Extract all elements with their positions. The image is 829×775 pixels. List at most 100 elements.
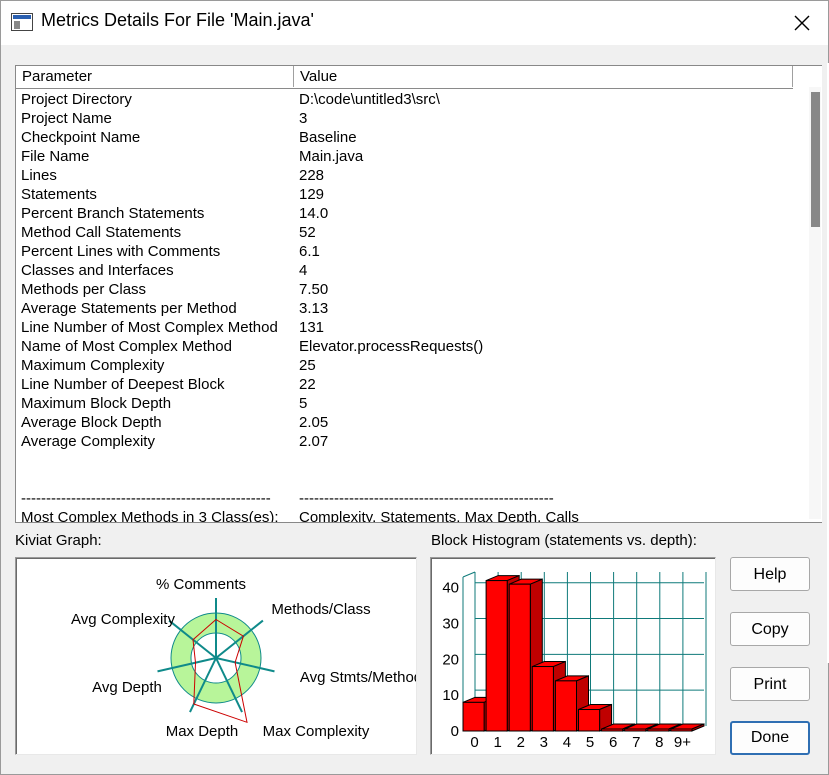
parameter-cell: Line Number of Most Complex Method: [21, 319, 278, 336]
bar: [670, 728, 693, 732]
value-cell: Complexity, Statements, Max Depth, Calls: [299, 509, 579, 523]
parameter-cell: Line Number of Deepest Block: [21, 376, 225, 393]
kiviat-axis-label: % Comments: [156, 576, 246, 593]
parameter-cell: Statements: [21, 186, 97, 203]
bar: [462, 701, 485, 732]
table-row[interactable]: Maximum Block Depth 5: [16, 394, 796, 413]
column-header-value[interactable]: Value: [294, 66, 793, 87]
table-row[interactable]: Classes and Interfaces 4: [16, 261, 796, 280]
bar: [601, 728, 624, 732]
value-cell: 22: [299, 376, 316, 393]
parameter-cell: Maximum Block Depth: [21, 395, 172, 412]
value-cell: 3.13: [299, 300, 329, 317]
table-row[interactable]: Average Complexity 2.07: [16, 432, 796, 451]
x-tick-label: 6: [609, 734, 617, 751]
value-cell: ----------------------------------------…: [299, 490, 554, 507]
parameter-cell: Methods per Class: [21, 281, 147, 298]
table-row[interactable]: Most Complex Methods in 3 Class(es): Comp…: [16, 508, 796, 523]
bar: [624, 728, 647, 732]
kiviat-axis-label: Methods/Class: [271, 601, 370, 618]
bar: [554, 680, 578, 732]
parameter-cell: Checkpoint Name: [21, 129, 141, 146]
x-tick-label: 7: [632, 734, 640, 751]
kiviat-axis-label: Max Complexity: [263, 723, 370, 740]
table-row[interactable]: [16, 470, 796, 489]
parameter-cell: Lines: [21, 167, 57, 184]
help-button[interactable]: Help: [730, 557, 810, 591]
value-cell: 2.07: [299, 433, 329, 450]
table-row[interactable]: Lines 228: [16, 166, 796, 185]
table-row[interactable]: Percent Lines with Comments 6.1: [16, 242, 796, 261]
print-button[interactable]: Print: [730, 667, 810, 701]
parameter-cell: Average Complexity: [21, 433, 155, 450]
bar: [531, 666, 554, 732]
x-tick-label: 5: [586, 734, 594, 751]
value-cell: 4: [299, 262, 308, 279]
parameter-cell: Name of Most Complex Method: [21, 338, 232, 355]
parameter-cell: Average Statements per Method: [21, 300, 237, 317]
table-row[interactable]: ----------------------------------------…: [16, 489, 796, 508]
table-row[interactable]: Project Directory D:\code\untitled3\src\: [16, 90, 796, 109]
parameter-cell: Most Complex Methods in 3 Class(es):: [21, 509, 279, 523]
y-tick-label: 10: [442, 687, 459, 704]
table-row[interactable]: Line Number of Most Complex Method 131: [16, 318, 796, 337]
close-icon[interactable]: [781, 7, 823, 39]
copy-button[interactable]: Copy: [730, 612, 810, 646]
kiviat-graph: % Comments Methods/Class Avg Stmts/Method M…: [71, 576, 422, 740]
table-row[interactable]: Project Name 3: [16, 109, 796, 128]
parameter-cell: Maximum Complexity: [21, 357, 165, 374]
value-cell: 5: [299, 395, 308, 412]
window-title: Metrics Details For File 'Main.java': [41, 10, 314, 30]
title-bar: Metrics Details For File 'Main.java': [1, 1, 828, 45]
table-row[interactable]: Percent Branch Statements 14.0: [16, 204, 796, 223]
parameter-cell: File Name: [21, 148, 90, 165]
value-cell: Main.java: [299, 148, 364, 165]
value-cell: 7.50: [299, 281, 329, 298]
vertical-scrollbar[interactable]: [809, 87, 821, 519]
grid-line: [462, 571, 476, 578]
table-row[interactable]: Method Call Statements 52: [16, 223, 796, 242]
done-button[interactable]: Done: [730, 721, 810, 755]
table-header: Parameter Value: [16, 66, 793, 89]
table-row[interactable]: [16, 451, 796, 470]
value-cell: 131: [299, 319, 325, 336]
app-icon: [11, 13, 33, 31]
table-row[interactable]: Name of Most Complex Method Elevator.proc…: [16, 337, 796, 356]
table-body: Project Directory D:\code\untitled3\src\ P…: [16, 90, 796, 523]
table-row[interactable]: Checkpoint Name Baseline: [16, 128, 796, 147]
table-row[interactable]: Statements 129: [16, 185, 796, 204]
table-row[interactable]: Average Statements per Method 3.13: [16, 299, 796, 318]
metrics-table[interactable]: Parameter Value Project Directory D:\code…: [15, 65, 822, 523]
table-row[interactable]: Methods per Class 7.50: [16, 280, 796, 299]
metrics-details-window: Metrics Details For File 'Main.java' Par…: [0, 0, 829, 775]
value-cell: 6.1: [299, 243, 320, 260]
value-cell: 2.05: [299, 414, 329, 431]
table-row[interactable]: Average Block Depth 2.05: [16, 413, 796, 432]
x-tick-label: 2: [517, 734, 525, 751]
parameter-cell: Average Block Depth: [21, 414, 162, 431]
x-tick-label: 0: [470, 734, 478, 751]
table-row[interactable]: Line Number of Deepest Block 22: [16, 375, 796, 394]
kiviat-label: Kiviat Graph:: [15, 532, 102, 549]
table-row[interactable]: File Name Main.java: [16, 147, 796, 166]
histogram-label: Block Histogram (statements vs. depth):: [431, 532, 697, 549]
value-cell: 3: [299, 110, 308, 127]
block-histogram: 0102030400 1 2 3 4 5 6 7 8 9+: [442, 571, 707, 751]
parameter-cell: Percent Branch Statements: [21, 205, 205, 222]
bar: [647, 728, 670, 732]
parameter-cell: Project Directory: [21, 91, 132, 108]
parameter-cell: Classes and Interfaces: [21, 262, 174, 279]
kiviat-axis-label: Avg Complexity: [71, 611, 175, 628]
x-tick-label: 4: [563, 734, 571, 751]
kiviat-axis-label: Avg Stmts/Method: [300, 669, 416, 686]
y-tick-label: 20: [442, 651, 459, 668]
scrollbar-thumb[interactable]: [811, 92, 820, 227]
parameter-cell: Project Name: [21, 110, 112, 127]
value-cell: D:\code\untitled3\src\: [299, 91, 440, 108]
bar: [508, 583, 531, 732]
column-header-parameter[interactable]: Parameter: [16, 66, 294, 87]
x-tick-label: 3: [540, 734, 548, 751]
histogram-panel: 0 10 20 30 40 0 1 2 3 4 5 6 7 8 9+: [430, 557, 716, 755]
y-tick-label: 30: [442, 616, 459, 633]
table-row[interactable]: Maximum Complexity 25: [16, 356, 796, 375]
